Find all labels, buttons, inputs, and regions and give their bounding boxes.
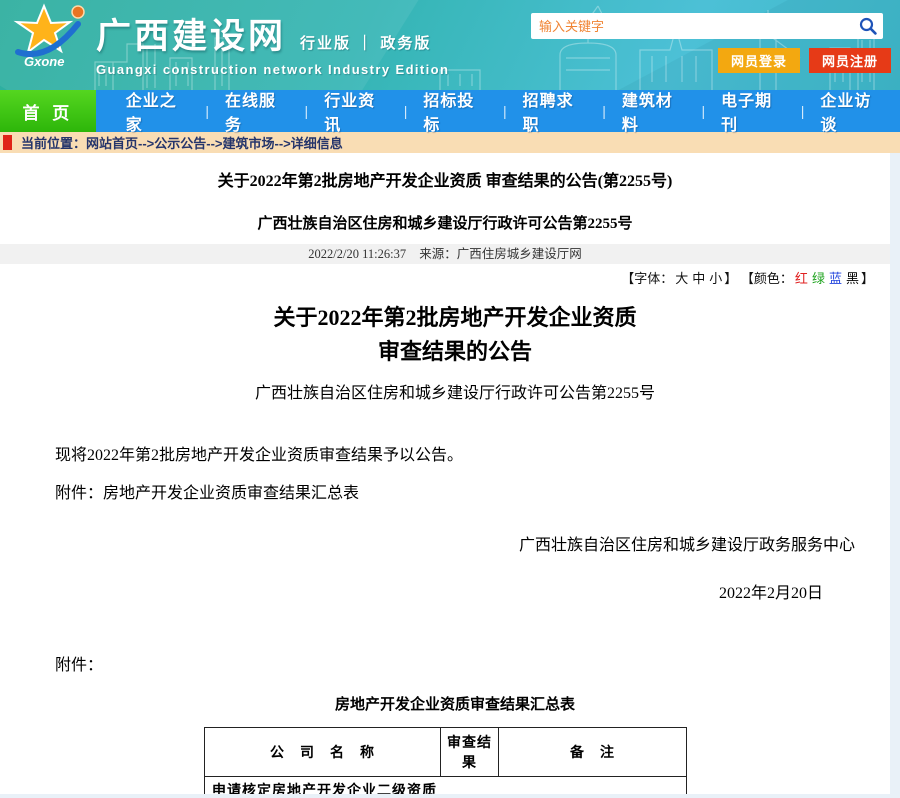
nav-item[interactable]: 在线服务 [209,87,305,135]
font-color-option[interactable]: 红 [795,271,808,286]
font-color-option[interactable]: 黑 [846,271,859,286]
nav-item[interactable]: 企业之家 [110,87,206,135]
font-size-option[interactable]: 大 [675,271,688,286]
font-color-option[interactable]: 蓝 [829,271,842,286]
breadcrumb[interactable]: 当前位置：网站首页-->公示公告-->建筑市场-->详细信息 [21,133,343,152]
search-icon [859,17,877,35]
content-area: 关于2022年第2批房地产开发企业资质 审查结果的公告(第2255号) 广西壮族… [0,153,890,798]
result-table-wrap: 公 司 名 称审查结果备 注 申请核定房地产开发企业二级资质 1. 贵港市福创投… [204,727,686,798]
article-paragraph: 附件：房地产开发企业资质审查结果汇总表 [55,479,855,503]
article-signature: 广西壮族自治区住房和城乡建设厅政务服务中心 [55,531,855,555]
font-color-label: 【颜色： [741,271,793,286]
nav-item[interactable]: 建筑材料 [606,87,702,135]
article-meta-bar: 2022/2/20 11:26:37 来源：广西住房城乡建设厅网 [0,244,890,264]
table-header-row: 公 司 名 称审查结果备 注 [205,728,687,777]
article-paragraph: 现将2022年第2批房地产开发企业资质审查结果予以公告。 [55,441,855,465]
font-controls: 【字体：大中小】 【颜色：红绿蓝黑】 [0,264,890,289]
site-brand: 广西建设网 行业版 ｜ 政务版 Guangxi construction net… [96,8,449,77]
site-logo-star-icon[interactable]: Gxone [8,2,92,88]
member-login-button[interactable]: 网员登录 [718,48,800,73]
attachment-table-title: 房地产开发企业资质审查结果汇总表 [55,693,855,714]
member-buttons: 网员登录 网员注册 [718,48,891,73]
article-title: 关于2022年第2批房地产开发企业资质 审查结果的公告 [55,301,855,369]
nav-item[interactable]: 招标投标 [407,87,503,135]
nav-item[interactable]: 招聘求职 [507,87,603,135]
site-header: Gxone 广西建设网 行业版 ｜ 政务版 Guangxi constructi… [0,0,900,90]
breadcrumb-accent [3,135,12,150]
source-label: 来源：广西住房城乡建设厅网 [419,247,582,261]
main-nav: 首 页 企业之家|在线服务|行业资讯|招标投标|招聘求职|建筑材料|电子期刊|企… [0,90,900,132]
article-date: 2022年2月20日 [55,579,855,603]
article-subtitle: 广西壮族自治区住房和城乡建设厅行政许可公告第2255号 [55,379,855,403]
table-header-cell: 备 注 [499,728,687,777]
table-header-cell: 公 司 名 称 [205,728,441,777]
result-table: 公 司 名 称审查结果备 注 申请核定房地产开发企业二级资质 1. 贵港市福创投… [204,727,687,798]
table-header-cell: 审查结果 [441,728,499,777]
nav-item-home[interactable]: 首 页 [0,90,96,132]
member-register-button[interactable]: 网员注册 [809,48,891,73]
search-button[interactable] [853,13,883,39]
page-subtitle: 广西壮族自治区住房和城乡建设厅行政许可公告第2255号 [0,191,890,233]
attachment-label: 附件： [55,651,855,675]
page-bottom-margin [0,794,900,798]
breadcrumb-bar: 当前位置：网站首页-->公示公告-->建筑市场-->详细信息 [0,132,900,153]
nav-items: 企业之家|在线服务|行业资讯|招标投标|招聘求职|建筑材料|电子期刊|企业访谈 [96,90,900,132]
nav-item[interactable]: 企业访谈 [804,87,900,135]
font-size-option[interactable]: 中 [692,271,705,286]
nav-item[interactable]: 行业资讯 [308,87,404,135]
site-name: 广西建设网 [96,8,286,59]
font-size-option[interactable]: 小 [709,271,722,286]
font-size-label: 【字体： [621,271,673,286]
edition-tabs[interactable]: 行业版 ｜ 政务版 [300,32,431,53]
search-box[interactable] [531,13,883,39]
article-body: 关于2022年第2批房地产开发企业资质 审查结果的公告 广西壮族自治区住房和城乡… [0,301,890,714]
font-color-close: 】 [861,271,874,286]
nav-item[interactable]: 电子期刊 [705,87,801,135]
site-subtitle: Guangxi construction network Industry Ed… [96,62,449,77]
font-size-close: 】 [724,271,737,286]
publish-time: 2022/2/20 11:26:37 [308,247,406,261]
search-input[interactable] [531,15,853,37]
font-color-option[interactable]: 绿 [812,271,825,286]
page-title: 关于2022年第2批房地产开发企业资质 审查结果的公告(第2255号) [0,153,890,191]
page-right-margin [890,153,900,798]
logo-text: Gxone [24,54,64,69]
